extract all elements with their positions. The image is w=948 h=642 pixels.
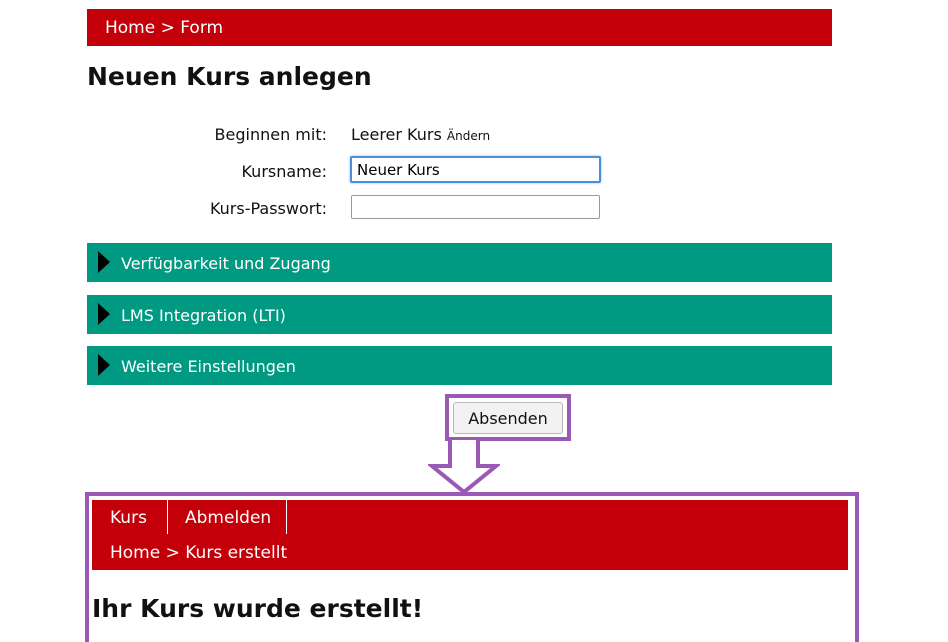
tab-label: Abmelden xyxy=(185,508,272,528)
course-password-input[interactable] xyxy=(351,195,600,219)
section-lti[interactable]: LMS Integration (LTI) xyxy=(87,295,832,334)
submit-button[interactable]: Absenden xyxy=(453,402,563,434)
arrow-down-icon xyxy=(428,440,500,495)
start-value: Leerer Kurs xyxy=(351,125,442,144)
start-label: Beginnen mit: xyxy=(214,125,327,144)
section-more-settings[interactable]: Weitere Einstellungen xyxy=(87,346,832,385)
course-password-label: Kurs-Passwort: xyxy=(209,199,327,218)
breadcrumb-bar: Home > Form xyxy=(87,9,832,46)
change-link[interactable]: Ändern xyxy=(447,129,490,143)
course-name-input[interactable] xyxy=(350,156,601,183)
triangle-right-icon xyxy=(98,251,110,273)
triangle-right-icon xyxy=(98,303,110,325)
start-row: Leerer Kurs Ändern xyxy=(351,125,490,144)
triangle-right-icon xyxy=(98,354,110,376)
breadcrumb[interactable]: Home > Form xyxy=(105,18,223,38)
section-availability[interactable]: Verfügbarkeit und Zugang xyxy=(87,243,832,282)
result-title: Ihr Kurs wurde erstellt! xyxy=(92,594,424,623)
result-breadcrumb[interactable]: Home > Kurs erstellt xyxy=(110,543,287,563)
tab-kurs[interactable]: Kurs xyxy=(92,500,168,534)
result-nav-bar: Kurs Abmelden Home > Kurs erstellt xyxy=(92,500,848,570)
section-label: Verfügbarkeit und Zugang xyxy=(121,254,331,273)
page-title: Neuen Kurs anlegen xyxy=(87,62,372,91)
tab-label: Kurs xyxy=(110,508,147,528)
section-label: LMS Integration (LTI) xyxy=(121,306,286,325)
course-name-label: Kursname: xyxy=(241,162,327,181)
tab-abmelden[interactable]: Abmelden xyxy=(167,500,287,534)
section-label: Weitere Einstellungen xyxy=(121,357,296,376)
